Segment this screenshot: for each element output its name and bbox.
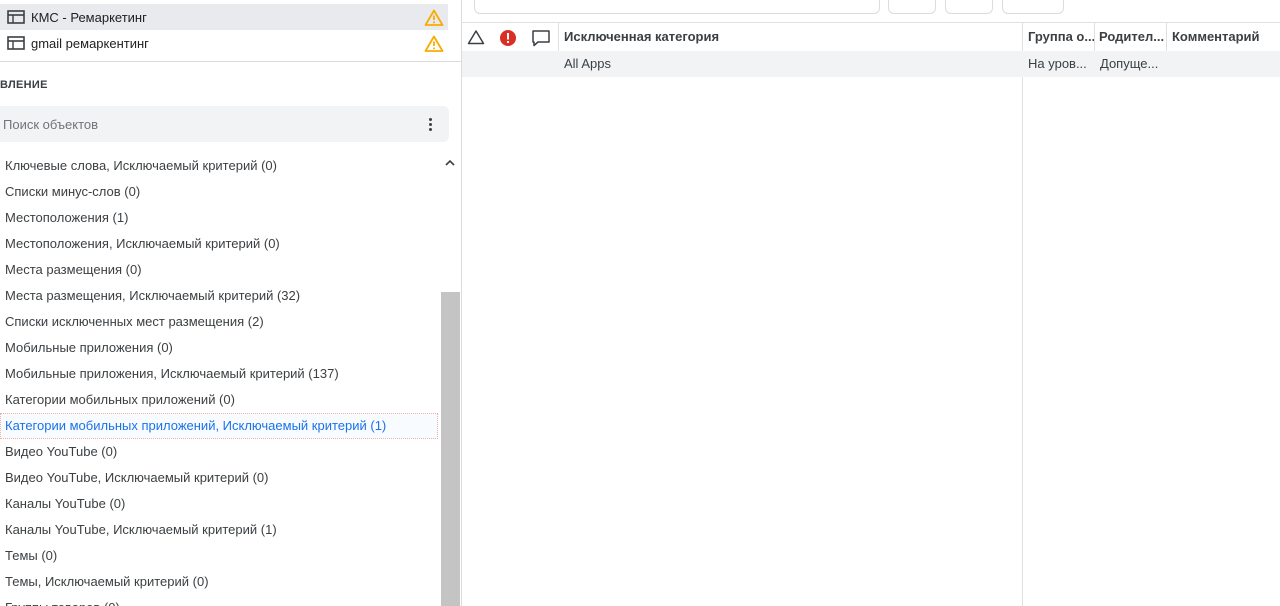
column-divider[interactable] — [1166, 22, 1167, 51]
more-options-icon[interactable] — [420, 114, 440, 134]
list-item[interactable]: Группы товаров (0) — [0, 595, 440, 606]
list-item[interactable]: Местоположения, Исключаемый критерий (0) — [0, 231, 440, 257]
campaign-name: gmail ремаркентинг — [31, 35, 149, 51]
list-item[interactable]: Каналы YouTube (0) — [0, 491, 440, 517]
list-item[interactable]: Места размещения (0) — [0, 257, 440, 283]
search-input[interactable] — [3, 106, 403, 142]
column-header-parent[interactable]: Родител... — [1099, 23, 1167, 51]
list-item[interactable]: Мобильные приложения (0) — [0, 335, 440, 361]
warning-icon — [424, 35, 444, 52]
list-item[interactable]: Категории мобильных приложений (0) — [0, 387, 440, 413]
list-item[interactable]: Видео YouTube, Исключаемый критерий (0) — [0, 465, 440, 491]
list-item[interactable]: Ключевые слова, Исключаемый критерий (0) — [0, 153, 440, 179]
warning-icon — [424, 9, 444, 26]
column-header-category[interactable]: Исключенная категория — [564, 23, 1014, 51]
cell-group: На уров... — [1028, 56, 1087, 71]
list-item[interactable]: Темы (0) — [0, 543, 440, 569]
toolbar-button[interactable] — [888, 0, 936, 14]
list-item[interactable]: Мобильные приложения, Исключаемый критер… — [0, 361, 440, 387]
grid-header: Исключенная категория Группа о... Родите… — [462, 22, 1280, 52]
list-item[interactable]: Видео YouTube (0) — [0, 439, 440, 465]
chevron-up-icon[interactable] — [443, 156, 457, 170]
section-title: ВЛЕНИЕ — [0, 79, 48, 91]
campaign-row-kms[interactable]: КМС - Ремаркетинг — [0, 4, 448, 30]
list-item[interactable]: Списки минус-слов (0) — [0, 179, 440, 205]
campaign-row-gmail[interactable]: gmail ремаркентинг — [0, 30, 448, 56]
list-item[interactable]: Местоположения (1) — [0, 205, 440, 231]
campaign-name: КМС - Ремаркетинг — [31, 9, 147, 25]
warning-column-icon[interactable] — [467, 29, 485, 45]
object-type-list: Ключевые слова, Исключаемый критерий (0)… — [0, 153, 440, 606]
column-header-group[interactable]: Группа о... — [1028, 23, 1096, 51]
campaign-table-icon — [7, 10, 25, 24]
comment-column-icon[interactable] — [531, 29, 551, 47]
list-item[interactable]: Списки исключенных мест размещения (2) — [0, 309, 440, 335]
cell-category: All Apps — [564, 56, 611, 71]
column-header-comment[interactable]: Комментарий — [1172, 23, 1278, 51]
table-row[interactable]: All Apps На уров... Допуще... — [462, 51, 1280, 77]
toolbar-input[interactable] — [474, 0, 880, 14]
cell-parent: Допуще... — [1100, 56, 1159, 71]
list-item-active[interactable]: Категории мобильных приложений, Исключае… — [0, 413, 438, 439]
left-panel: КМС - Ремаркетинг gmail ремаркентинг ВЛЕ… — [0, 0, 461, 606]
list-item[interactable]: Места размещения, Исключаемый критерий (… — [0, 283, 440, 309]
toolbar-search-button[interactable] — [1002, 0, 1064, 14]
list-item[interactable]: Каналы YouTube, Исключаемый критерий (1) — [0, 517, 440, 543]
column-divider[interactable] — [1022, 22, 1023, 606]
toolbar-button[interactable] — [945, 0, 993, 14]
panel-divider[interactable] — [461, 0, 462, 606]
list-item[interactable]: Темы, Исключаемый критерий (0) — [0, 569, 440, 595]
campaign-table-icon — [7, 36, 25, 50]
column-divider[interactable] — [558, 22, 559, 51]
scrollbar-thumb[interactable] — [441, 292, 460, 606]
column-divider[interactable] — [1094, 22, 1095, 51]
search-box — [0, 106, 449, 142]
error-column-icon[interactable] — [499, 29, 517, 47]
cell-comment — [1172, 51, 1278, 77]
panel-separator — [0, 61, 461, 62]
